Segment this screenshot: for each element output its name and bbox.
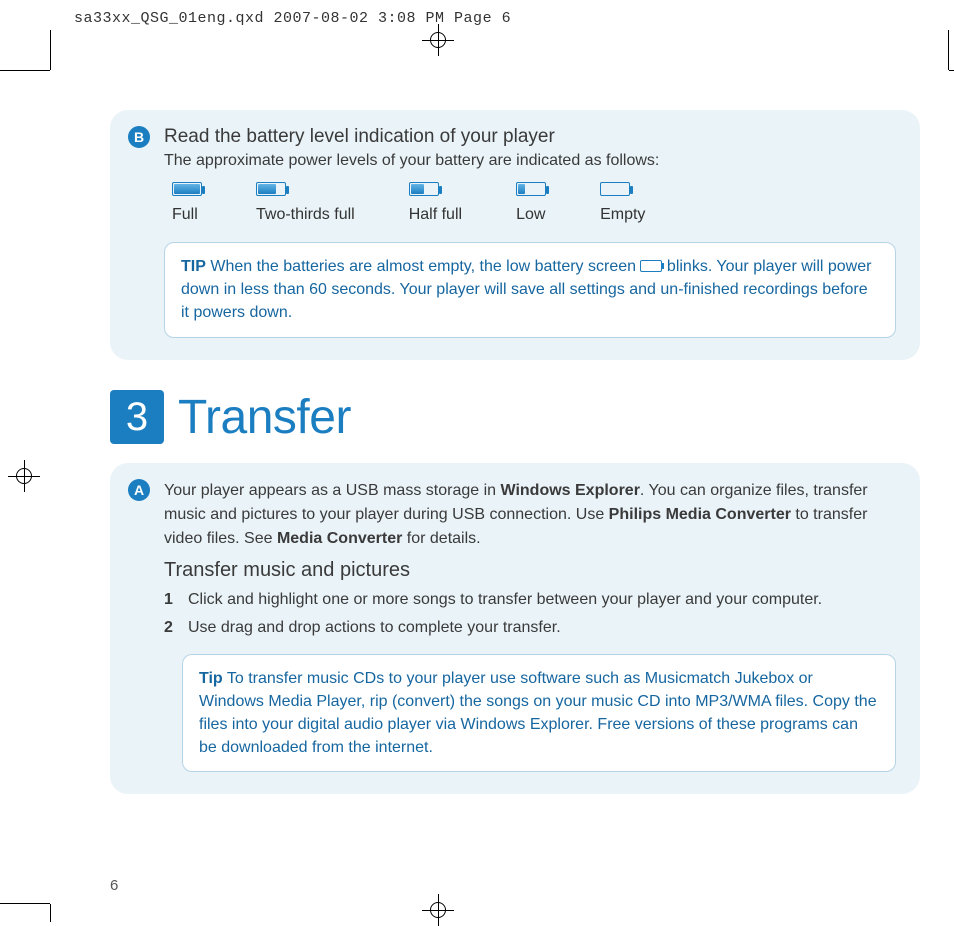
transfer-subheading: Transfer music and pictures <box>164 559 896 582</box>
tip-text: To transfer music CDs to your player use… <box>199 670 877 757</box>
crop-mark <box>0 70 50 71</box>
step-text: Click and highlight one or more songs to… <box>188 588 822 612</box>
panel-b-title: Read the battery level indication of you… <box>164 126 896 148</box>
page-content: B Read the battery level indication of y… <box>50 70 950 920</box>
register-mark-icon <box>428 30 448 50</box>
battery-low: Low <box>516 182 546 224</box>
transfer-steps: 1 Click and highlight one or more songs … <box>164 588 896 640</box>
panel-b-subtitle: The approximate power levels of your bat… <box>164 152 896 170</box>
battery-half: Half full <box>409 182 462 224</box>
battery-low-icon <box>516 182 546 196</box>
battery-empty: Empty <box>600 182 645 224</box>
crop-mark <box>948 30 949 70</box>
step-number: 2 <box>164 616 178 640</box>
battery-level-row: Full Two-thirds full Half full Low Empty <box>172 182 896 224</box>
battery-full: Full <box>172 182 202 224</box>
panel-battery-level: B Read the battery level indication of y… <box>110 110 920 360</box>
section-title: Transfer <box>178 390 351 445</box>
battery-empty-inline-icon <box>640 260 662 272</box>
crop-mark <box>50 30 51 70</box>
battery-label: Low <box>516 206 545 224</box>
transfer-intro: Your player appears as a USB mass storag… <box>164 479 896 551</box>
step-number: 1 <box>164 588 178 612</box>
battery-label: Half full <box>409 206 462 224</box>
section-number-box: 3 <box>110 390 164 444</box>
register-mark-icon <box>14 466 34 486</box>
battery-two-thirds-icon <box>256 182 286 196</box>
battery-full-icon <box>172 182 202 196</box>
tip-text: When the batteries are almost empty, the… <box>206 258 641 275</box>
panel-transfer: A Your player appears as a USB mass stor… <box>110 463 920 795</box>
tip-label: Tip <box>199 670 223 687</box>
battery-label: Full <box>172 206 198 224</box>
tip-label: TIP <box>181 258 206 275</box>
section-3-header: 3 Transfer <box>110 390 920 445</box>
file-meta-header: sa33xx_QSG_01eng.qxd 2007-08-02 3:08 PM … <box>0 0 954 27</box>
tip-box-battery: TIP When the batteries are almost empty,… <box>164 242 896 338</box>
tip-box-transfer: Tip To transfer music CDs to your player… <box>182 654 896 773</box>
step-text: Use drag and drop actions to complete yo… <box>188 616 561 640</box>
step-marker-b: B <box>128 126 150 148</box>
page-number: 6 <box>110 877 118 894</box>
step-marker-a: A <box>128 479 150 501</box>
battery-label: Empty <box>600 206 645 224</box>
battery-two-thirds: Two-thirds full <box>256 182 355 224</box>
battery-half-icon <box>409 182 439 196</box>
crop-mark <box>0 903 50 904</box>
battery-label: Two-thirds full <box>256 206 355 224</box>
battery-empty-icon <box>600 182 630 196</box>
